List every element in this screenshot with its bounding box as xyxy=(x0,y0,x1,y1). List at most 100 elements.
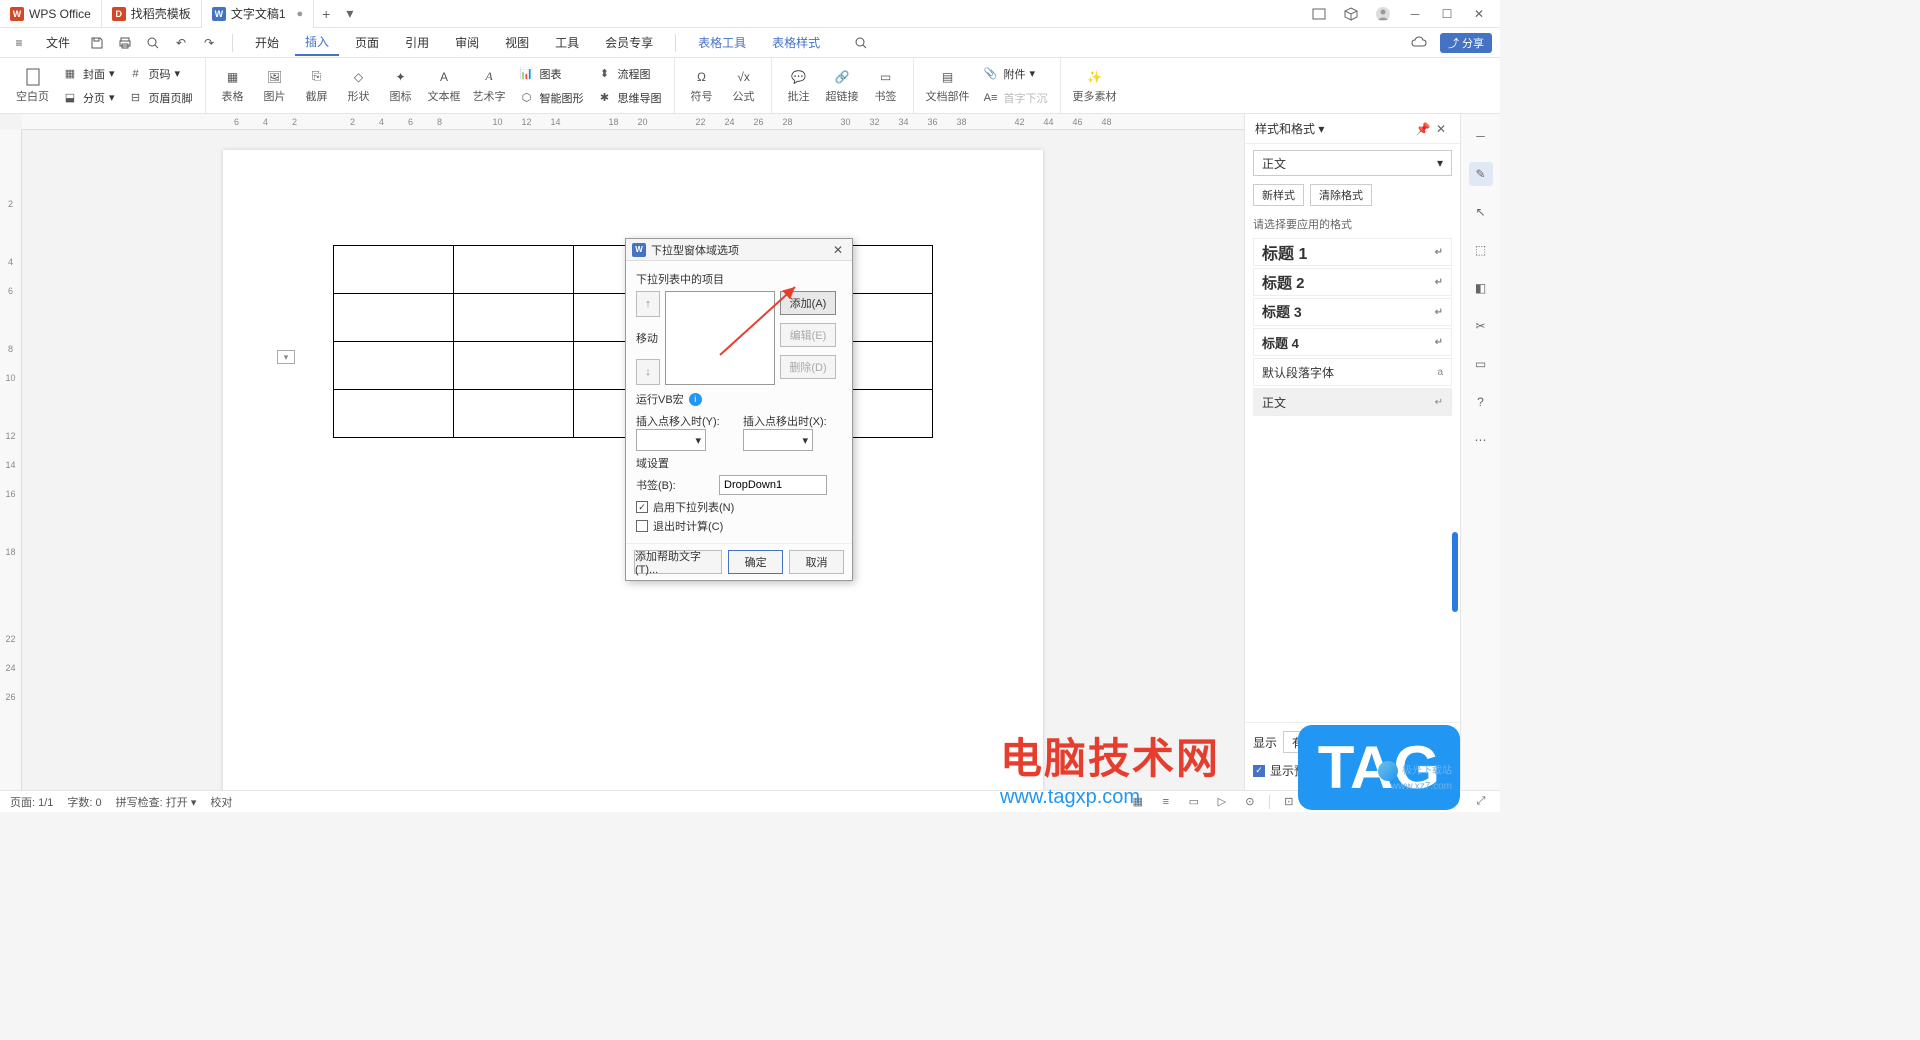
move-up-button[interactable]: ↑ xyxy=(636,291,660,317)
document-tab[interactable]: W 文字文稿1 ● xyxy=(202,0,314,28)
undo-icon[interactable]: ↶ xyxy=(170,32,192,54)
style-default-font[interactable]: 默认段落字体a xyxy=(1253,358,1452,386)
comment-button[interactable]: 💬批注 xyxy=(778,66,820,106)
view-outline-icon[interactable]: ≡ xyxy=(1157,793,1175,811)
table-button[interactable]: ▦表格 xyxy=(212,66,254,106)
view-focus-icon[interactable]: ⊙ xyxy=(1241,793,1259,811)
more-assets-button[interactable]: ✨更多素材 xyxy=(1067,66,1123,106)
assets-rail-icon[interactable]: ◧ xyxy=(1469,276,1493,300)
help-text-button[interactable]: 添加帮助文字(T)... xyxy=(634,550,722,574)
close-tab-icon[interactable]: ● xyxy=(297,8,304,20)
ok-button[interactable]: 确定 xyxy=(728,550,783,574)
edit-rail-icon[interactable]: ✎ xyxy=(1469,162,1493,186)
word-count[interactable]: 字数: 0 xyxy=(67,794,101,810)
scroll-indicator[interactable] xyxy=(1452,532,1458,612)
menu-table-tools[interactable]: 表格工具 xyxy=(688,30,756,55)
spellcheck-status[interactable]: 拼写检查: 打开 ▾ xyxy=(116,794,197,810)
table-handle-icon[interactable]: ▾ xyxy=(277,350,295,364)
dropdown-items-listbox[interactable] xyxy=(665,291,775,385)
app-tab-wps[interactable]: W WPS Office xyxy=(0,0,102,28)
redo-icon[interactable]: ↷ xyxy=(198,32,220,54)
save-icon[interactable] xyxy=(86,32,108,54)
equation-button[interactable]: √x公式 xyxy=(723,66,765,106)
horizontal-ruler[interactable]: 6422468101214182022242628303234363842444… xyxy=(22,114,1244,130)
new-style-button[interactable]: 新样式 xyxy=(1253,184,1304,206)
preview-checkbox[interactable]: ✓ xyxy=(1253,765,1265,777)
fullscreen-icon[interactable]: ⤢ xyxy=(1472,793,1490,811)
symbol-button[interactable]: Ω符号 xyxy=(681,66,723,106)
new-tab-button[interactable]: + xyxy=(314,6,338,22)
maximize-icon[interactable]: ☐ xyxy=(1438,5,1456,23)
picture-button[interactable]: 🖼图片 xyxy=(254,66,296,106)
page-status[interactable]: 页面: 1/1 xyxy=(10,794,53,810)
style-heading-2[interactable]: 标题 2↵ xyxy=(1253,268,1452,296)
pin-icon[interactable]: 📌 xyxy=(1414,120,1432,138)
hyperlink-button[interactable]: 🔗超链接 xyxy=(820,66,865,106)
flowchart-button[interactable]: ⬍流程图 xyxy=(590,63,668,85)
close-window-icon[interactable]: ✕ xyxy=(1470,5,1488,23)
search-icon[interactable] xyxy=(850,32,872,54)
file-menu[interactable]: 文件 xyxy=(36,30,80,55)
menu-member[interactable]: 会员专享 xyxy=(595,30,663,55)
tab-list-dropdown[interactable]: ▾ xyxy=(338,5,361,22)
collapse-rail-icon[interactable]: ─ xyxy=(1469,124,1493,148)
fit-icon[interactable]: ⊡ xyxy=(1280,793,1298,811)
style-heading-4[interactable]: 标题 4↵ xyxy=(1253,328,1452,356)
zoom-in-icon[interactable]: + xyxy=(1444,793,1462,811)
textbox-button[interactable]: A文本框 xyxy=(422,66,467,106)
help-rail-icon[interactable]: ? xyxy=(1469,390,1493,414)
add-item-button[interactable]: 添加(A) xyxy=(780,291,836,315)
exit-calc-checkbox[interactable] xyxy=(636,520,648,532)
reading-icon[interactable] xyxy=(1310,5,1328,23)
minimize-icon[interactable]: ─ xyxy=(1406,5,1424,23)
clear-format-button[interactable]: 清除格式 xyxy=(1310,184,1372,206)
delete-item-button[interactable]: 删除(D) xyxy=(780,355,836,379)
mindmap-button[interactable]: ✱思维导图 xyxy=(590,87,668,109)
avatar-icon[interactable] xyxy=(1374,5,1392,23)
view-read-icon[interactable]: ▷ xyxy=(1213,793,1231,811)
header-footer-button[interactable]: ⊟页眉页脚 xyxy=(121,87,199,109)
menu-insert[interactable]: 插入 xyxy=(295,29,339,56)
cloud-icon[interactable] xyxy=(1408,32,1430,54)
vertical-ruler[interactable]: 24681012141618222426 xyxy=(0,130,22,790)
view-print-icon[interactable]: ▦ xyxy=(1129,793,1147,811)
menu-tools[interactable]: 工具 xyxy=(545,30,589,55)
show-filter-dropdown[interactable]: 有效样式▾ xyxy=(1283,731,1452,753)
share-button[interactable]: ⤴ 分享 xyxy=(1440,33,1492,53)
screenshot-button[interactable]: ⎘截屏 xyxy=(296,66,338,106)
app-tab-templates[interactable]: D 找稻壳模板 xyxy=(102,0,202,28)
smartart-button[interactable]: ⬡智能图形 xyxy=(512,87,590,109)
menu-icon[interactable]: ≡ xyxy=(8,32,30,54)
pagenum-button[interactable]: #页码▾ xyxy=(121,63,199,85)
style-heading-3[interactable]: 标题 3↵ xyxy=(1253,298,1452,326)
attachment-button[interactable]: 📎附件▾ xyxy=(976,63,1054,85)
book-rail-icon[interactable]: ▭ xyxy=(1469,352,1493,376)
print-icon[interactable] xyxy=(114,32,136,54)
wordart-button[interactable]: A艺术字 xyxy=(467,66,512,106)
menu-table-style[interactable]: 表格样式 xyxy=(762,30,830,55)
zoom-out-icon[interactable]: − xyxy=(1346,793,1364,811)
menu-references[interactable]: 引用 xyxy=(395,30,439,55)
cancel-button[interactable]: 取消 xyxy=(789,550,844,574)
pagebreak-button[interactable]: ⬓分页▾ xyxy=(55,87,121,109)
menu-view[interactable]: 视图 xyxy=(495,30,539,55)
menu-review[interactable]: 审阅 xyxy=(445,30,489,55)
style-heading-1[interactable]: 标题 1↵ xyxy=(1253,238,1452,266)
more-rail-icon[interactable]: ⋯ xyxy=(1469,428,1493,452)
zoom-level[interactable]: 133% xyxy=(1308,796,1336,808)
current-style-dropdown[interactable]: 正文▾ xyxy=(1253,150,1452,176)
smart-layout-link[interactable]: 智能排版 xyxy=(1404,762,1452,779)
entry-macro-combo[interactable]: ▾ xyxy=(636,429,706,451)
dropcap-button[interactable]: A≡首字下沉 xyxy=(976,87,1054,109)
icons-button[interactable]: ✦图标 xyxy=(380,66,422,106)
bookmark-input[interactable] xyxy=(719,475,827,495)
bookmark-button[interactable]: ▭书签 xyxy=(865,66,907,106)
view-web-icon[interactable]: ▭ xyxy=(1185,793,1203,811)
tools-rail-icon[interactable]: ✂ xyxy=(1469,314,1493,338)
chart-button[interactable]: 📊图表 xyxy=(512,63,590,85)
proof-status[interactable]: 校对 xyxy=(210,794,232,810)
exit-macro-combo[interactable]: ▾ xyxy=(743,429,813,451)
docparts-button[interactable]: ▤文档部件 xyxy=(920,66,976,106)
blank-page-button[interactable]: 空白页 xyxy=(10,66,55,106)
print-preview-icon[interactable] xyxy=(142,32,164,54)
